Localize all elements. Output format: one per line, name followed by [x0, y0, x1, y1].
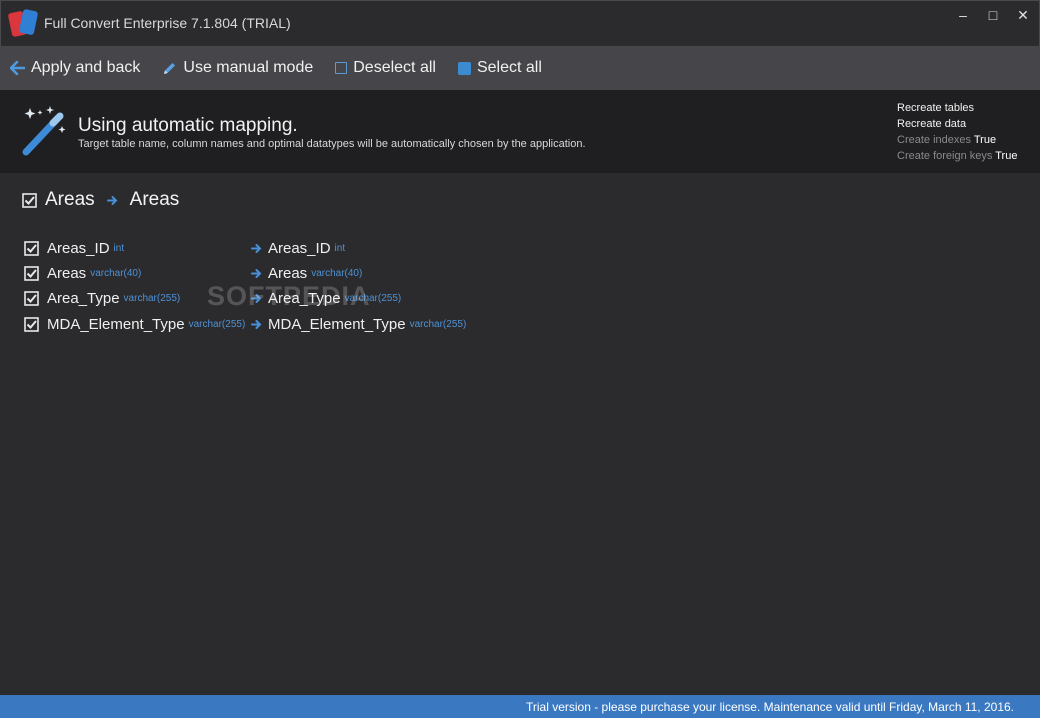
- option-create-indexes[interactable]: Create indexes True: [897, 132, 1017, 148]
- checkbox-empty-icon: [335, 62, 348, 74]
- source-column-type: varchar(255): [188, 318, 246, 330]
- source-column-name: Areas_ID: [47, 239, 110, 257]
- deselect-all-label: Deselect all: [353, 59, 436, 76]
- column-row-target[interactable]: Areas_ID int: [251, 238, 345, 258]
- column-row-source[interactable]: Areas varchar(40): [24, 263, 141, 283]
- use-manual-mode-label: Use manual mode: [183, 59, 314, 76]
- mapping-mode-description: Target table name, column names and opti…: [78, 138, 586, 150]
- column-row-source[interactable]: MDA_Element_Type varchar(255): [24, 314, 245, 334]
- column-row-target[interactable]: MDA_Element_Type varchar(255): [251, 314, 466, 334]
- mapping-mode-title: Using automatic mapping.: [78, 115, 298, 136]
- minimize-button[interactable]: –: [951, 7, 975, 23]
- arrow-right-icon: [106, 195, 118, 206]
- apply-and-back-label: Apply and back: [31, 59, 141, 76]
- close-button[interactable]: ✕: [1011, 7, 1035, 23]
- checkbox-filled-icon: [457, 61, 471, 75]
- source-column-name: Area_Type: [47, 289, 120, 307]
- arrow-right-icon: [251, 268, 262, 279]
- target-column-name: Areas: [268, 264, 308, 282]
- target-column-name: Areas_ID: [268, 239, 331, 257]
- license-status-text: Trial version - please purchase your lic…: [525, 699, 1014, 714]
- target-table-name[interactable]: Areas: [130, 189, 180, 211]
- arrow-right-icon: [251, 243, 262, 254]
- deselect-all-button[interactable]: Deselect all: [335, 59, 436, 77]
- target-column-type: varchar(255): [409, 318, 467, 330]
- mapping-options: Recreate tables Recreate data Create ind…: [897, 100, 1017, 164]
- apply-and-back-button[interactable]: Apply and back: [10, 59, 140, 77]
- target-column-type: varchar(40): [311, 267, 363, 279]
- pencil-icon: [162, 61, 177, 76]
- option-create-foreign-keys[interactable]: Create foreign keys True: [897, 148, 1017, 164]
- table-mapping-header: Areas Areas: [22, 189, 179, 211]
- select-all-label: Select all: [476, 59, 542, 76]
- source-column-name: MDA_Element_Type: [47, 315, 185, 333]
- title-bar: Full Convert Enterprise 7.1.804 (TRIAL) …: [0, 0, 1040, 46]
- target-column-type: int: [334, 242, 346, 254]
- status-bar: Trial version - please purchase your lic…: [0, 695, 1040, 718]
- window-title: Full Convert Enterprise 7.1.804 (TRIAL): [44, 15, 291, 31]
- source-column-type: int: [113, 242, 125, 254]
- target-column-name: MDA_Element_Type: [268, 315, 406, 333]
- magic-wand-icon: [22, 106, 66, 156]
- option-recreate-tables[interactable]: Recreate tables: [897, 100, 1017, 116]
- source-column-name: Areas: [47, 264, 87, 282]
- arrow-left-icon: [10, 61, 25, 75]
- option-recreate-data[interactable]: Recreate data: [897, 116, 1017, 132]
- column-checkbox-icon[interactable]: [24, 316, 39, 332]
- column-checkbox-icon[interactable]: [24, 265, 39, 281]
- column-row-source[interactable]: Area_Type varchar(255): [24, 288, 180, 308]
- softpedia-watermark: SOFTPEDIA: [207, 281, 371, 311]
- arrow-right-icon: [251, 319, 262, 330]
- table-checkbox-icon[interactable]: [22, 192, 37, 208]
- column-checkbox-icon[interactable]: [24, 290, 39, 306]
- column-checkbox-icon[interactable]: [24, 240, 39, 256]
- use-manual-mode-button[interactable]: Use manual mode: [162, 59, 313, 77]
- source-table-name[interactable]: Areas: [45, 189, 95, 211]
- select-all-button[interactable]: Select all: [457, 59, 542, 77]
- source-column-type: varchar(40): [90, 267, 142, 279]
- app-logo-icon: [8, 9, 38, 37]
- column-row-source[interactable]: Areas_ID int: [24, 238, 124, 258]
- maximize-button[interactable]: □: [981, 7, 1005, 23]
- toolbar: Apply and back Use manual mode Deselect …: [0, 46, 1040, 90]
- column-row-target[interactable]: Areas varchar(40): [251, 263, 362, 283]
- source-column-type: varchar(255): [123, 292, 181, 304]
